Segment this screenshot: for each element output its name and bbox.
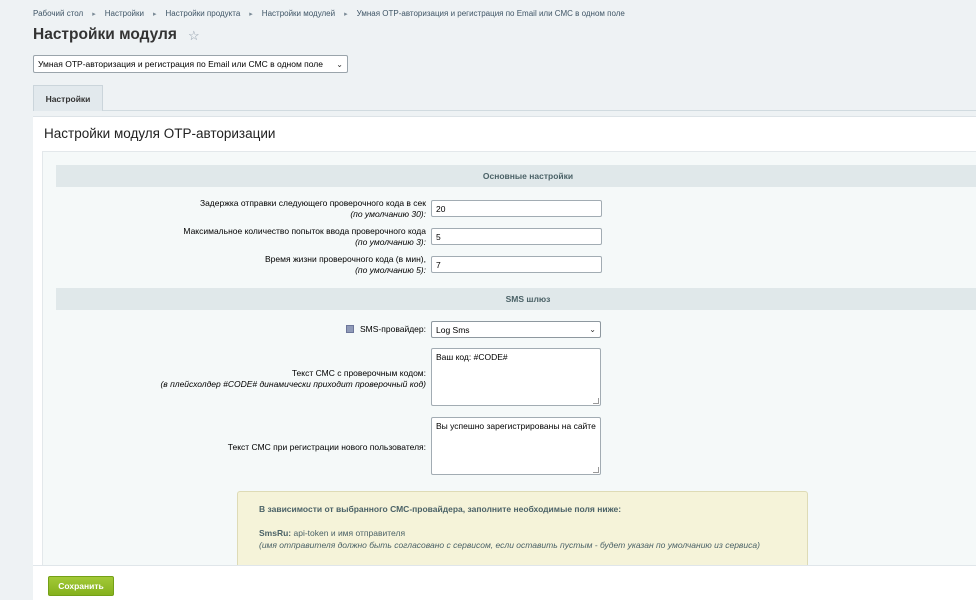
breadcrumb-separator-icon: ▸ — [344, 11, 348, 18]
chevron-down-icon: ⌄ — [589, 325, 596, 334]
footer-bar: Сохранить — [33, 565, 976, 600]
note-heading: В зависимости от выбранного СМС-провайде… — [259, 504, 622, 514]
reg-text-label: Текст СМС при регистрации нового пользов… — [227, 442, 426, 452]
save-button[interactable]: Сохранить — [48, 576, 114, 596]
provider-select[interactable]: Log Sms ⌄ — [431, 321, 601, 338]
lifetime-label: Время жизни проверочного кода (в мин), (… — [265, 254, 426, 275]
panel-title: Настройки модуля OTP-авторизации — [44, 126, 276, 141]
reg-text-textarea[interactable]: Вы успешно зарегистрированы на сайте — [431, 417, 601, 475]
star-icon[interactable]: ☆ — [188, 29, 200, 42]
resize-grip-icon[interactable] — [593, 398, 599, 404]
provider-label: SMS-провайдер: — [346, 324, 426, 335]
tabs-bar: Настройки — [33, 85, 976, 111]
breadcrumb-item-settings[interactable]: Настройки — [105, 9, 144, 18]
module-select[interactable]: Умная OTP-авторизация и регистрация по E… — [33, 55, 348, 73]
page-title: Настройки модуля — [33, 26, 177, 43]
help-icon[interactable] — [346, 325, 355, 333]
breadcrumb-item-desktop[interactable]: Рабочий стол — [33, 9, 83, 18]
breadcrumb-separator-icon: ▸ — [249, 11, 253, 18]
delay-label: Задержка отправки следующего проверочног… — [199, 198, 426, 219]
module-select-value: Умная OTP-авторизация и регистрация по E… — [38, 59, 323, 69]
breadcrumb-item-product-settings[interactable]: Настройки продукта — [165, 9, 240, 18]
resize-grip-icon[interactable] — [593, 467, 599, 473]
breadcrumb-separator-icon: ▸ — [152, 11, 157, 18]
settings-form: Основные настройки Задержка отправки сле… — [42, 151, 976, 600]
note-provider-hint: (имя отправителя должно быть согласовано… — [259, 540, 760, 550]
provider-select-value: Log Sms — [436, 324, 470, 335]
section-header-sms: SMS шлюз — [56, 288, 976, 310]
note-provider: SmsRu: api-token и имя отправителя — [259, 528, 406, 538]
sms-text-textarea[interactable]: Ваш код: #CODE# — [431, 348, 601, 406]
page-title-row: Настройки модуля ☆ — [33, 26, 200, 44]
chevron-down-icon: ⌄ — [336, 59, 343, 69]
tab-settings[interactable]: Настройки — [33, 85, 103, 111]
section-header-main: Основные настройки — [56, 165, 976, 187]
delay-input[interactable]: 20 — [431, 200, 602, 217]
settings-panel: Настройки модуля OTP-авторизации Основны… — [33, 116, 976, 600]
attempts-input[interactable]: 5 — [431, 228, 602, 245]
sms-text-label: Текст СМС с проверочным кодом: (в плейсх… — [160, 368, 426, 389]
breadcrumb-item-current: Умная OTP-авторизация и регистрация по E… — [356, 9, 625, 18]
breadcrumb-item-module-settings[interactable]: Настройки модулей — [262, 9, 335, 18]
attempts-label: Максимальное количество попыток ввода пр… — [183, 226, 426, 247]
breadcrumb: Рабочий стол ▸ Настройки ▸ Настройки продукт… — [33, 9, 625, 18]
lifetime-input[interactable]: 7 — [431, 256, 602, 273]
breadcrumb-separator-icon: ▸ — [92, 11, 96, 18]
